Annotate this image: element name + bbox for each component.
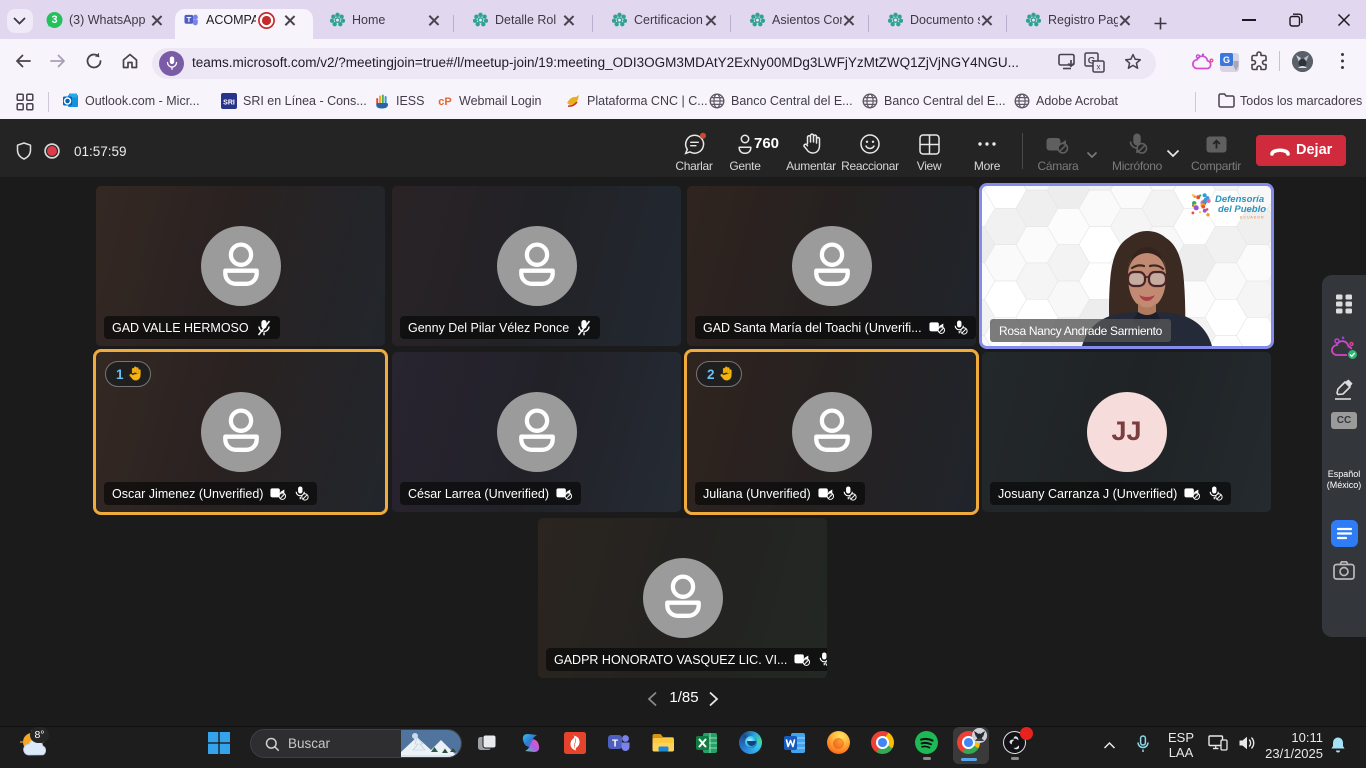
svg-text:T: T	[187, 15, 192, 24]
svg-text:cP: cP	[438, 96, 451, 108]
svg-text:T: T	[612, 739, 618, 750]
svg-text:SRI: SRI	[223, 100, 235, 107]
svg-text:x: x	[1097, 63, 1101, 72]
svg-text:E C U A D O R: E C U A D O R	[1240, 216, 1264, 220]
svg-text:del Pueblo: del Pueblo	[1218, 204, 1266, 215]
svg-text:G: G	[1223, 55, 1230, 65]
